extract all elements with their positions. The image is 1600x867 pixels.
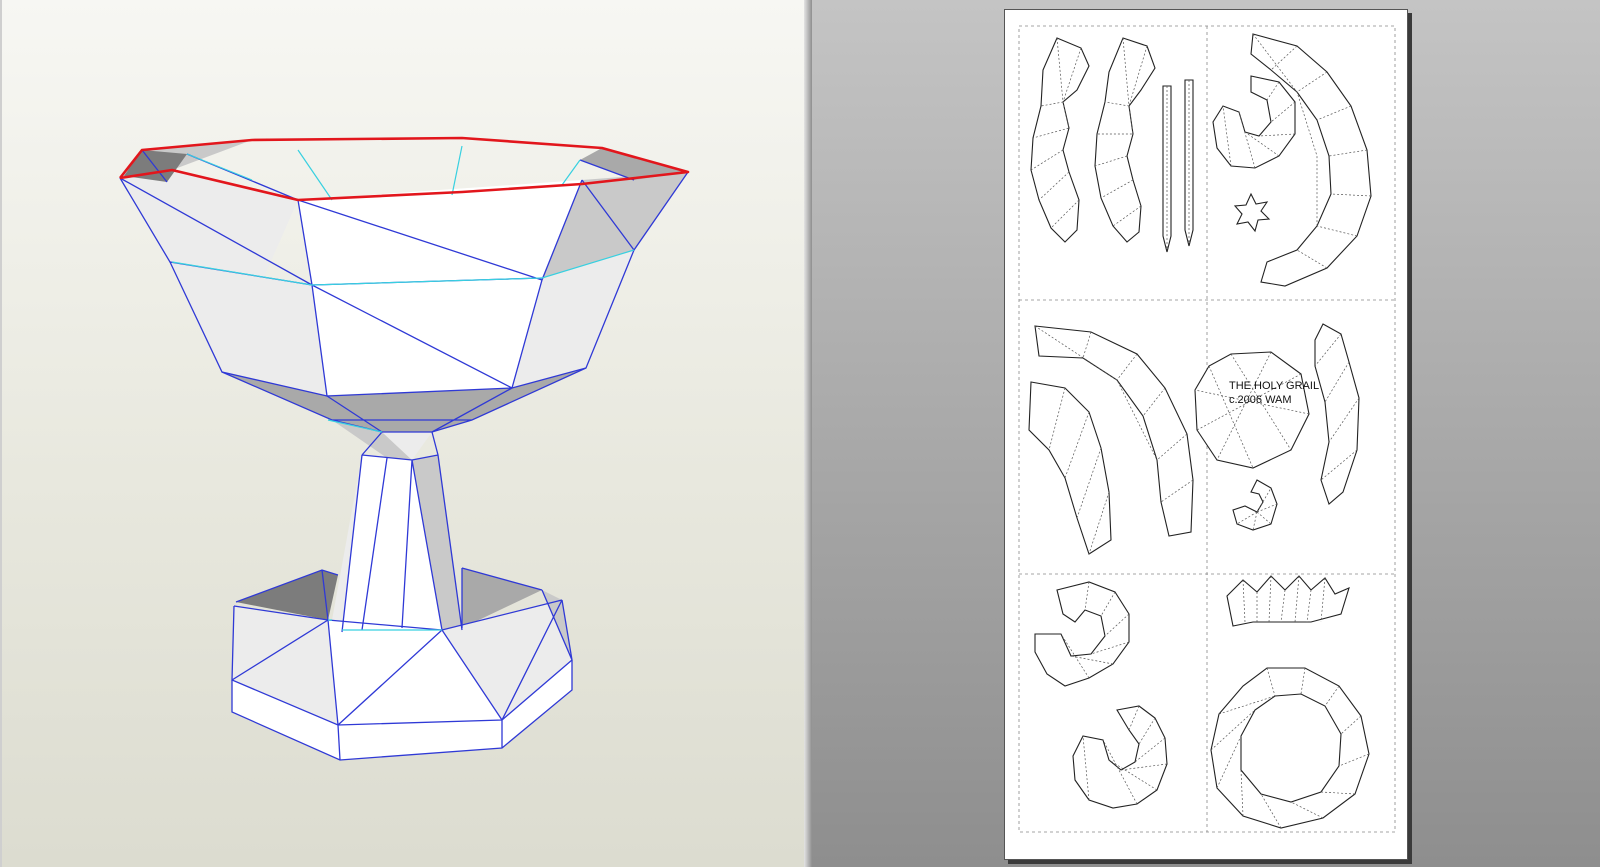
pattern-ring-c[interactable] — [1072, 705, 1168, 809]
pattern-stick-a[interactable] — [1162, 85, 1172, 253]
pattern-strip-b[interactable] — [1094, 37, 1156, 243]
pattern-strip-a[interactable] — [1030, 37, 1090, 243]
pattern-octagon-label[interactable] — [1194, 351, 1310, 469]
pattern-spiral-small[interactable] — [1232, 479, 1278, 531]
paper-sheet[interactable]: THE HOLY GRAIL c.2006 WAM — [1004, 9, 1408, 860]
pattern-arc-inner[interactable] — [1028, 381, 1112, 555]
pattern-stick-b[interactable] — [1184, 79, 1194, 247]
pattern-crescent-small[interactable] — [1212, 75, 1296, 169]
pattern-ring-d[interactable] — [1210, 667, 1370, 829]
unfolded-patterns[interactable] — [1005, 10, 1407, 859]
3d-view-pane[interactable] — [0, 0, 804, 867]
pattern-spiral-a[interactable] — [1034, 581, 1130, 687]
pattern-fan[interactable] — [1226, 575, 1350, 627]
grail-3d-model[interactable] — [2, 0, 806, 867]
model-title-label: THE HOLY GRAIL — [1229, 380, 1320, 392]
pattern-strip-c[interactable] — [1314, 323, 1360, 505]
model-credit-label: c.2006 WAM — [1229, 394, 1292, 406]
pane-splitter[interactable] — [804, 0, 812, 867]
pattern-star[interactable] — [1233, 192, 1271, 233]
